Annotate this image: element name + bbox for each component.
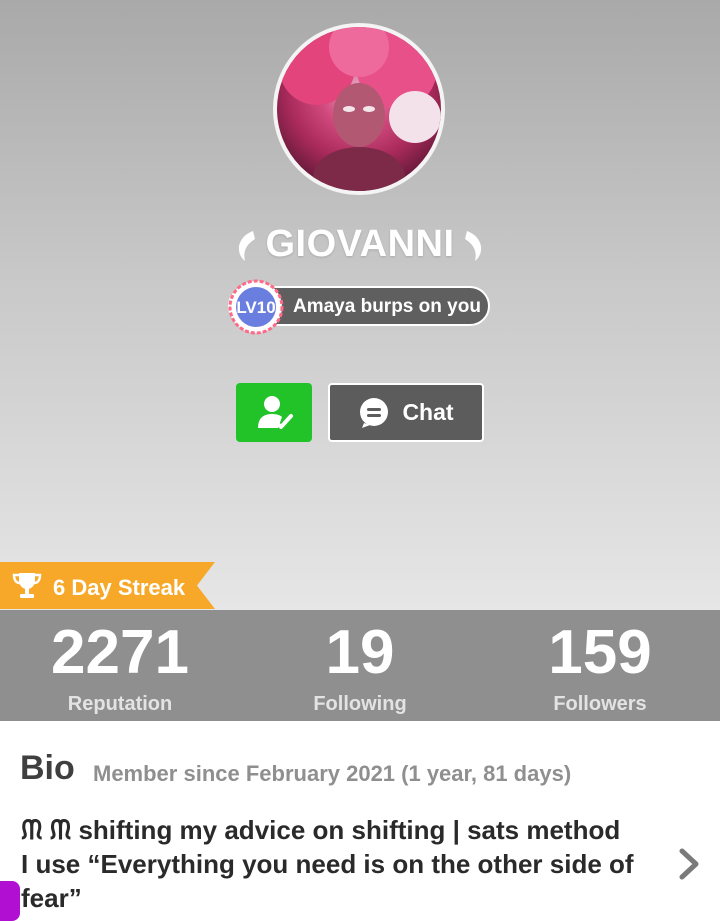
side-drawer-tab[interactable] xyxy=(0,881,20,921)
stat-value: 159 xyxy=(548,618,652,687)
profile-avatar[interactable] xyxy=(273,23,445,195)
stat-following[interactable]: 19 Following xyxy=(240,610,480,716)
stat-reputation[interactable]: 2271 Reputation xyxy=(0,610,240,716)
stats-bar: 2271 Reputation 19 Following 159 Followe… xyxy=(0,610,720,721)
trophy-icon xyxy=(12,573,42,598)
level-badge-icon: LV10 xyxy=(228,279,284,335)
stat-label: Reputation xyxy=(67,693,173,715)
username: GIOVANNI xyxy=(0,223,720,266)
level-title: Amaya burps on you xyxy=(293,296,481,317)
member-since: Member since February 2021 (1 year, 81 d… xyxy=(93,761,572,786)
chat-button-label: Chat xyxy=(402,399,454,425)
chat-button[interactable]: Chat xyxy=(328,383,484,442)
stat-value: 2271 xyxy=(51,618,189,687)
stat-label: Following xyxy=(313,693,407,715)
right-wing-icon xyxy=(464,230,481,261)
level-badge-text: LV10 xyxy=(236,298,275,317)
follow-button[interactable] xyxy=(236,383,312,442)
chevron-right-icon[interactable] xyxy=(676,847,702,881)
bio-title: Bio xyxy=(20,749,75,787)
stat-followers[interactable]: 159 Followers xyxy=(480,610,720,716)
streak-label: 6 Day Streak xyxy=(53,575,186,600)
bio-text[interactable]: ᙏ ᙏ shifting my advice on shifting | sat… xyxy=(21,813,651,915)
stat-label: Followers xyxy=(553,693,647,715)
stat-value: 19 xyxy=(325,618,395,687)
username-text: GIOVANNI xyxy=(265,223,455,265)
user-check-icon xyxy=(258,395,293,429)
chat-bubble-icon xyxy=(360,397,389,428)
left-wing-icon xyxy=(239,230,256,261)
